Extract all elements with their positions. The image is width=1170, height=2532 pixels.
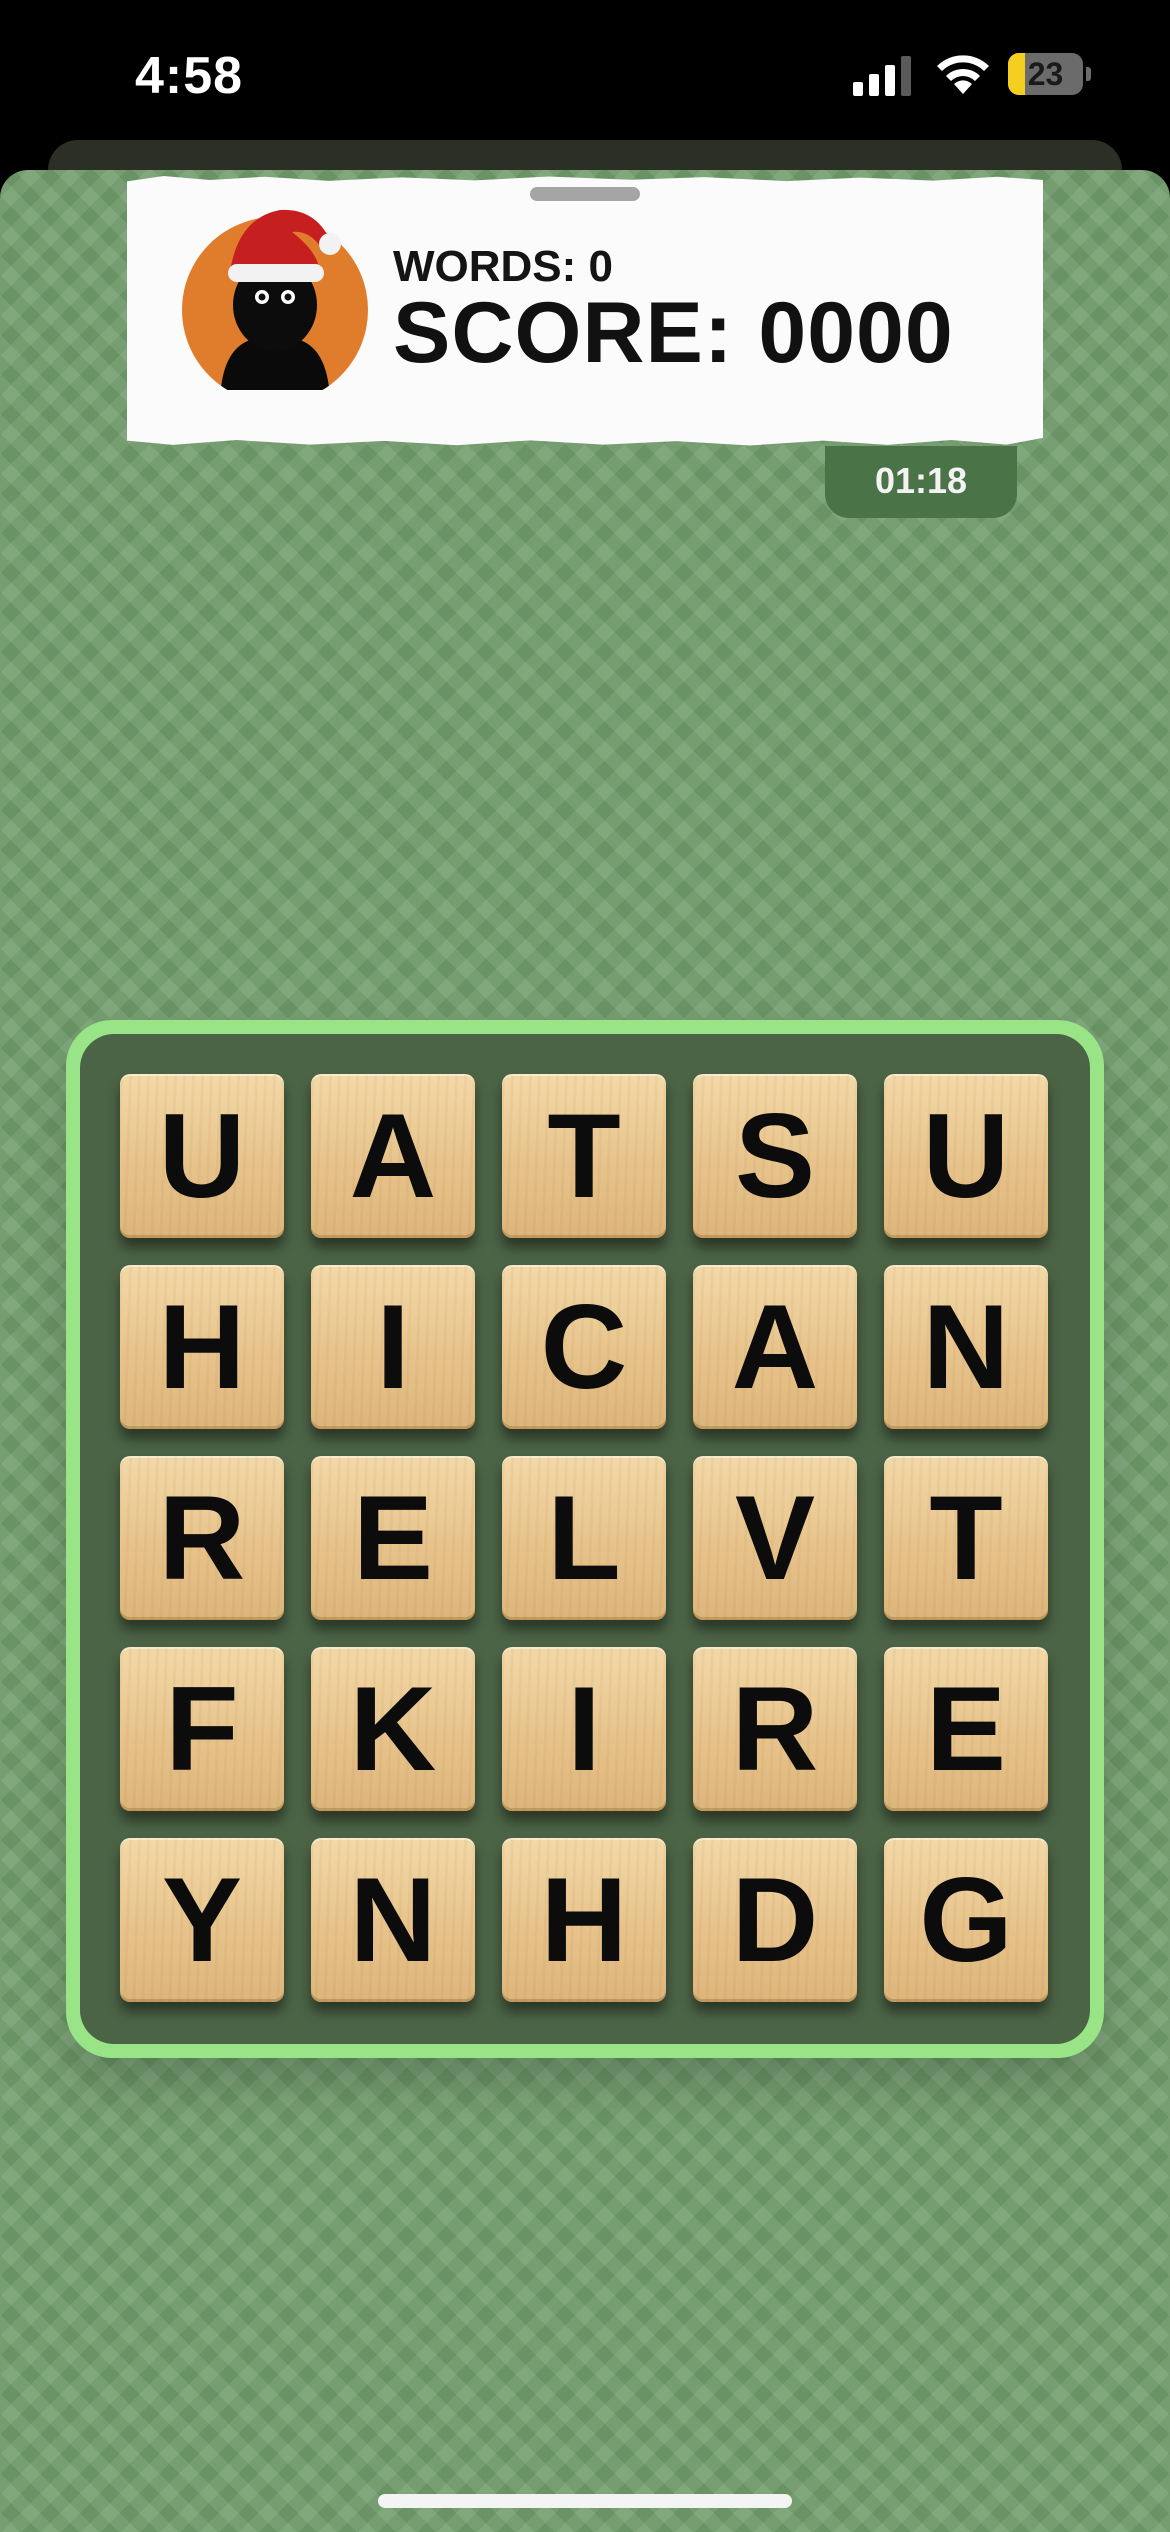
cellular-signal-icon — [853, 56, 911, 96]
home-indicator[interactable] — [378, 2494, 792, 2508]
letter-tile[interactable]: E — [311, 1456, 475, 1620]
letter-tile[interactable]: U — [120, 1074, 284, 1238]
screen: 4:58 23 WORDS: 0 SCORE: 0000 01:18 U A T… — [0, 0, 1170, 2532]
avatar-icon[interactable] — [180, 200, 370, 390]
letter-tile[interactable]: N — [311, 1838, 475, 2002]
status-bar: 4:58 23 — [0, 0, 1170, 150]
letter-tile[interactable]: N — [884, 1265, 1048, 1429]
letter-tile[interactable]: H — [120, 1265, 284, 1429]
wifi-icon — [937, 55, 989, 94]
letter-tile[interactable]: Y — [120, 1838, 284, 2002]
letter-tile[interactable]: C — [502, 1265, 666, 1429]
board-grid: UATSUHICANRELVTFKIREYNHDG — [80, 1034, 1090, 2044]
letter-tile[interactable]: U — [884, 1074, 1048, 1238]
letter-tile[interactable]: A — [311, 1074, 475, 1238]
letter-tile[interactable]: G — [884, 1838, 1048, 2002]
letter-tile[interactable]: H — [502, 1838, 666, 2002]
sheet-grabber-handle[interactable] — [530, 187, 640, 201]
letter-tile[interactable]: F — [120, 1647, 284, 1811]
letter-tile[interactable]: S — [693, 1074, 857, 1238]
letter-tile[interactable]: T — [884, 1456, 1048, 1620]
letter-tile[interactable]: R — [693, 1647, 857, 1811]
status-time: 4:58 — [135, 47, 244, 105]
letter-tile[interactable]: K — [311, 1647, 475, 1811]
letter-tile[interactable]: E — [884, 1647, 1048, 1811]
letter-tile[interactable]: R — [120, 1456, 284, 1620]
letter-tile[interactable]: D — [693, 1838, 857, 2002]
letter-tile[interactable]: V — [693, 1456, 857, 1620]
score-display: SCORE: 0000 — [393, 285, 954, 381]
battery-icon: 23 — [1008, 53, 1091, 95]
battery-cap — [1086, 67, 1091, 81]
letter-tile[interactable]: L — [502, 1456, 666, 1620]
letter-tile[interactable]: I — [502, 1647, 666, 1811]
letter-board: UATSUHICANRELVTFKIREYNHDG — [66, 1020, 1104, 2058]
letter-tile[interactable]: A — [693, 1265, 857, 1429]
battery-level: 23 — [1027, 56, 1064, 92]
letter-tile[interactable]: I — [311, 1265, 475, 1429]
letter-tile[interactable]: T — [502, 1074, 666, 1238]
battery-body: 23 — [1008, 53, 1083, 95]
countdown-timer: 01:18 — [825, 446, 1017, 518]
